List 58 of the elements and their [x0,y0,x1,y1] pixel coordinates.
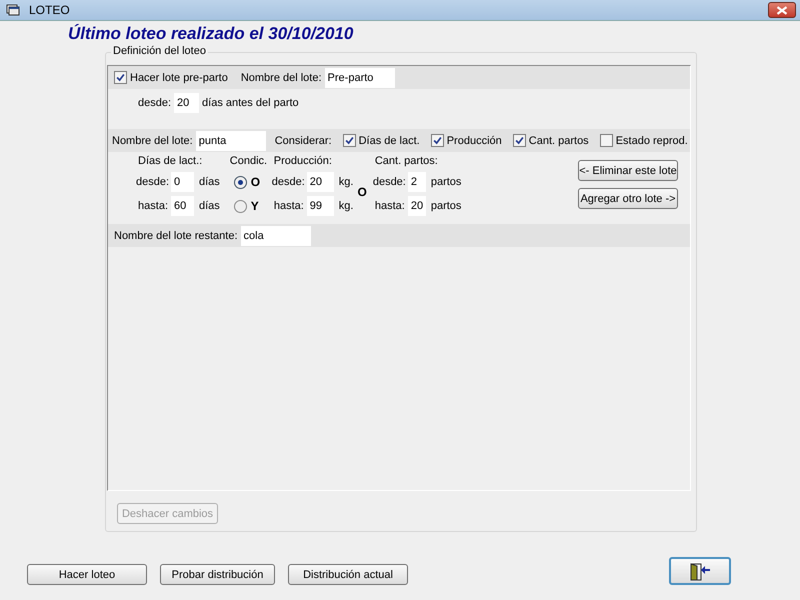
input-field[interactable]: 60 [171,196,194,216]
field-label: Nombre del lote: [240,72,322,84]
unit-label: kg. [338,200,354,212]
field-label: Nombre del lote: [112,134,193,146]
column-label: Producción: [272,154,333,169]
close-button[interactable] [768,2,796,18]
checkbox[interactable] [430,134,444,147]
input-field[interactable]: cola [240,226,311,246]
unit-label: días [199,176,220,188]
checkbox-label[interactable]: Producción [430,134,502,147]
footer-button[interactable]: Distribución actual [288,564,408,585]
checkbox-label[interactable]: Cant. partos [512,134,589,147]
footer-button[interactable]: Probar distribución [160,564,275,585]
checkbox[interactable] [114,71,127,84]
field-label: desde: [138,97,172,109]
column-label: Condic. [228,154,268,169]
unit-label: partos [430,200,462,212]
checkbox[interactable] [600,134,613,147]
input-field[interactable]: Pre-parto [324,68,395,88]
unit-label: partos [430,176,462,188]
input-field[interactable]: 0 [171,172,194,192]
door-arrow-icon [688,561,712,581]
footer-button[interactable]: Hacer loteo [27,564,147,585]
input-field[interactable]: punta [196,130,266,150]
field-label: días antes del parto [202,97,299,109]
field-label: desde: [272,176,304,188]
checkbox-label[interactable]: Días de lact. [342,134,420,147]
field-label: hasta: [374,200,405,212]
close-icon [776,6,788,14]
field-label: Nombre del lote restante: [114,230,238,242]
checkbox-label[interactable]: Hacer lote pre-parto [114,71,228,84]
unit-label: kg. [338,176,354,188]
field-label: Considerar: [274,134,332,146]
input-field[interactable]: 99 [306,196,334,216]
unit-label: días [199,200,220,212]
column-label: Días de lact.: [137,154,204,169]
input-field[interactable]: 20 [174,93,200,113]
field-label: desde: [136,176,168,188]
action-button[interactable]: Agregar otro lote -> [578,188,678,209]
checkbox-label[interactable]: Estado reprod. [600,134,688,147]
window-icon [6,4,20,16]
exit-button[interactable] [669,557,731,585]
window-title: LOTEO [29,3,70,17]
field-label: hasta: [137,200,168,212]
radio-option[interactable]: O [228,170,272,194]
radio-option[interactable]: Y [228,194,272,218]
input-field[interactable]: 20 [306,172,334,192]
action-button[interactable]: <- Eliminar este lote [578,160,678,181]
input-field[interactable]: 2 [408,172,426,192]
checkbox[interactable] [512,134,526,147]
checkbox[interactable] [342,134,356,147]
input-field[interactable]: 20 [408,196,426,216]
field-label: desde: [372,176,405,188]
group-legend: Definición del loteo [111,45,208,57]
column-label: Cant. partos: [374,154,439,169]
operator-label: O [357,185,367,199]
page-heading: Último loteo realizado el 30/10/2010 [68,24,354,45]
field-label: hasta: [272,200,304,212]
